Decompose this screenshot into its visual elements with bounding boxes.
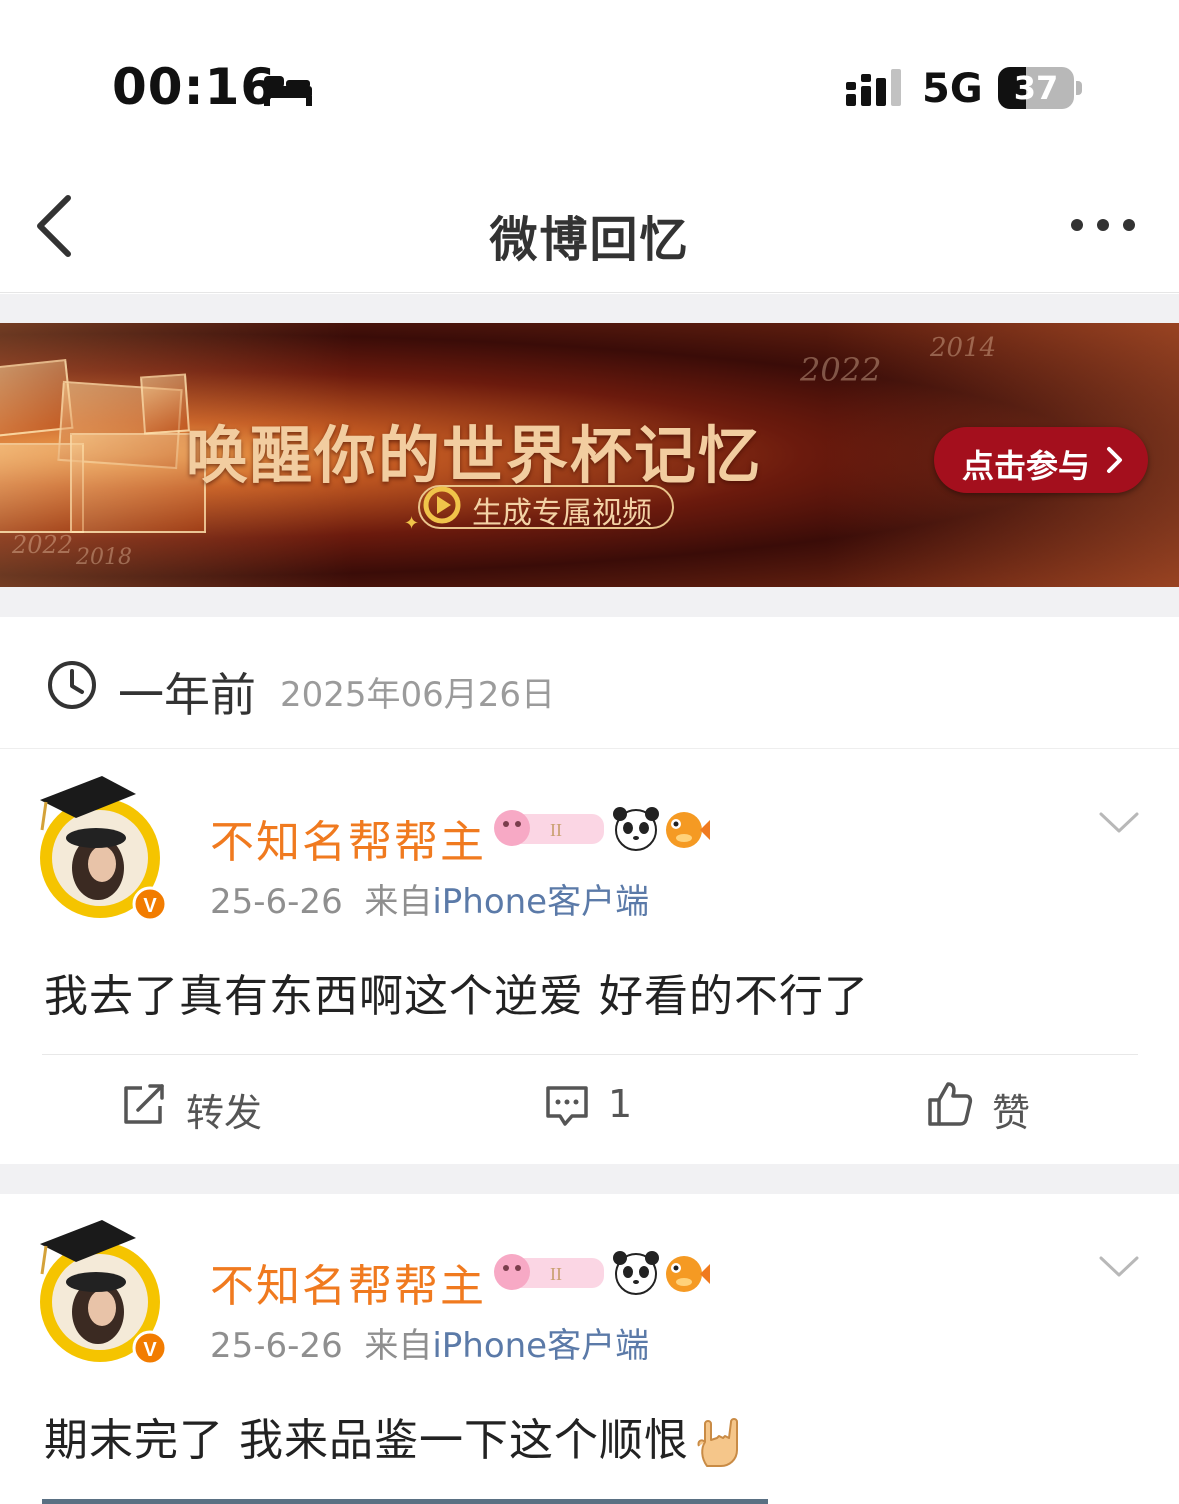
- banner-photo: [140, 373, 190, 435]
- user-name[interactable]: 不知名帮帮主: [210, 806, 486, 870]
- banner-year: 2018: [76, 545, 132, 570]
- page-title: 微博回忆: [489, 212, 690, 268]
- svg-text:II: II: [550, 1264, 562, 1284]
- banner-subtitle: 生成专属视频: [472, 496, 652, 531]
- svg-text:V: V: [143, 895, 157, 917]
- post-text-row: 期末完了 我来品鉴一下这个顺恨: [44, 1404, 747, 1470]
- panda-icon: [613, 807, 659, 851]
- memory-header: 一年前 2025年06月26日: [0, 617, 1179, 749]
- post-meta: 25-6-26 来自iPhone客户端: [210, 874, 649, 923]
- comment-count: 1: [608, 1082, 633, 1126]
- section-gap: [0, 294, 1179, 323]
- banner-year: 2014: [930, 333, 997, 363]
- puffer-fish-icon: [666, 812, 710, 848]
- post-text: 我去了真有东西啊这个逆爱 好看的不行了: [44, 971, 869, 1022]
- like-button[interactable]: 赞: [926, 1080, 1056, 1135]
- more-dots-icon[interactable]: [1064, 210, 1144, 240]
- network-type: 5G: [922, 66, 983, 112]
- repost-label: 转发: [186, 1091, 263, 1135]
- play-circle-icon: [423, 486, 461, 524]
- post-date: 25-6-26: [210, 1326, 343, 1366]
- svg-text:V: V: [143, 1339, 157, 1361]
- like-label: 赞: [992, 1091, 1031, 1135]
- battery-level: 37: [1013, 69, 1059, 107]
- post-media-preview[interactable]: [42, 1499, 768, 1504]
- post-card[interactable]: V 不知名帮帮主 II 25-6-26 来自iPhone客户端 期末完了 我来品…: [0, 1194, 1179, 1504]
- banner-year: 2022: [800, 351, 882, 389]
- status-time: 00:16: [112, 58, 277, 116]
- puffer-fish-icon: [666, 1256, 710, 1292]
- battery-icon: 37: [998, 67, 1082, 109]
- pig-badge-icon: II: [494, 810, 604, 846]
- post-text: 期末完了 我来品鉴一下这个顺恨: [44, 1415, 689, 1466]
- sleep-bed-icon: [264, 76, 312, 106]
- user-name[interactable]: 不知名帮帮主: [210, 1250, 486, 1314]
- world-cup-banner[interactable]: 2014 2022 2022 2018 唤醒你的世界杯记忆 生成专属视频 ✦ 点…: [0, 323, 1179, 587]
- divider: [42, 1054, 1138, 1055]
- post-card[interactable]: V 不知名帮帮主 II 25-6-26 来自iPhone客户端 我去了真有东西啊…: [0, 750, 1179, 1164]
- memory-date: 2025年06月26日: [280, 675, 556, 715]
- repost-button[interactable]: 转发: [122, 1080, 282, 1135]
- chevron-down-icon[interactable]: [1098, 810, 1140, 836]
- banner-title: 唤醒你的世界杯记忆: [186, 419, 763, 492]
- user-avatar[interactable]: V: [32, 1216, 174, 1368]
- post-source[interactable]: iPhone客户端: [432, 1326, 649, 1366]
- participate-button[interactable]: 点击参与: [934, 427, 1148, 493]
- thumbs-up-icon: [928, 1082, 973, 1126]
- source-prefix: 来自: [364, 882, 433, 922]
- section-gap: [0, 1164, 1179, 1194]
- memory-ago: 一年前: [118, 668, 256, 722]
- user-avatar[interactable]: V: [32, 772, 174, 924]
- svg-text:II: II: [550, 820, 562, 840]
- post-meta: 25-6-26 来自iPhone客户端: [210, 1318, 649, 1367]
- participate-button-label: 点击参与: [962, 447, 1091, 485]
- repost-icon: [124, 1084, 164, 1124]
- nav-bar: 微博回忆: [0, 160, 1179, 293]
- post-date: 25-6-26: [210, 882, 343, 922]
- comment-icon: [546, 1086, 588, 1126]
- section-gap: [0, 587, 1179, 617]
- chevron-right-icon: [1107, 447, 1122, 473]
- post-source[interactable]: iPhone客户端: [432, 882, 649, 922]
- pig-badge-icon: II: [494, 1254, 604, 1290]
- sparkle-icon: ✦: [404, 513, 420, 534]
- rock-hand-emoji-icon: [697, 1418, 738, 1467]
- comment-button[interactable]: 1: [544, 1080, 664, 1130]
- clock-icon: [48, 661, 96, 709]
- panda-icon: [613, 1251, 659, 1295]
- status-bar: 00:16 5G 37: [0, 0, 1179, 160]
- banner-year: 2022: [12, 531, 74, 559]
- cellular-signal-icon: [846, 69, 901, 106]
- source-prefix: 来自: [364, 1326, 433, 1366]
- chevron-down-icon[interactable]: [1098, 1254, 1140, 1280]
